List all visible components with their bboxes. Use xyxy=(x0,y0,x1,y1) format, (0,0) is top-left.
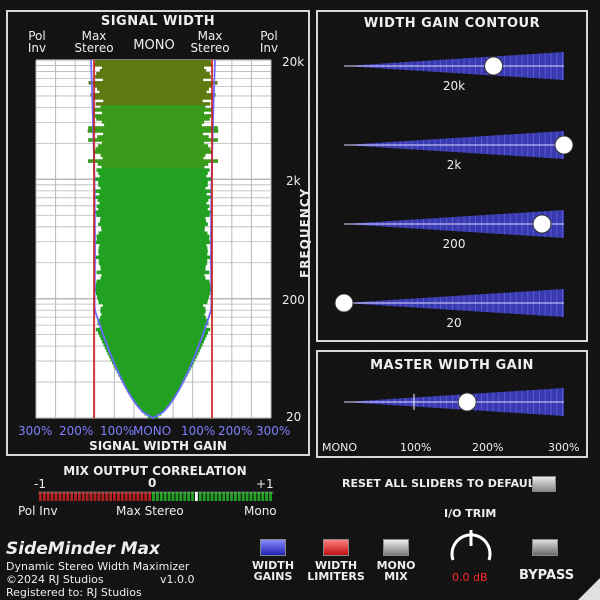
width-label-200-right: 200% xyxy=(218,424,253,438)
mono-mix-label: MONO MIX xyxy=(376,559,416,583)
io-trim-value: 0.0 dB xyxy=(452,571,488,584)
contour-thumb-20[interactable] xyxy=(334,293,354,313)
master-scale-mono: MONO xyxy=(322,441,358,454)
width-label-100-right: 100% xyxy=(181,424,216,438)
contour-title: WIDTH GAIN CONTOUR xyxy=(363,16,541,31)
bypass-label: BYPASS xyxy=(519,568,575,583)
master-scale-100: 100% xyxy=(400,441,432,454)
master-width-gain-panel: MASTER WIDTH GAIN MONO 100% 200% 300% xyxy=(316,350,588,458)
product-subtitle: Dynamic Stereo Width Maximizer xyxy=(6,560,190,573)
product-version: v1.0.0 xyxy=(160,573,195,586)
reset-label: RESET ALL SLIDERS TO DEFAULT xyxy=(342,477,541,490)
io-trim-knob[interactable] xyxy=(444,524,498,570)
freq-label-2k: 2k xyxy=(286,174,301,188)
plugin-window: SIGNAL WIDTH Pol Inv Max Stereo MONO Max… xyxy=(0,0,600,600)
contour-slider-20k[interactable]: 20k xyxy=(318,44,586,108)
product-copyright: ©2024 RJ Studios xyxy=(6,573,104,586)
width-label-mono: MONO xyxy=(133,424,172,438)
width-limiters-label: WIDTH LIMITERS xyxy=(307,559,365,583)
master-title: MASTER WIDTH GAIN xyxy=(370,358,534,373)
contour-slider-2k[interactable]: 2k xyxy=(318,123,586,187)
width-label-300-left: 300% xyxy=(18,424,53,438)
contour-slider-20[interactable]: 20 xyxy=(318,281,586,345)
contour-thumb-20k[interactable] xyxy=(484,56,504,76)
master-scale-300: 300% xyxy=(548,441,580,454)
correlation-meter xyxy=(38,491,274,501)
mix-label-max-stereo: Max Stereo xyxy=(116,504,184,518)
bypass-button[interactable] xyxy=(532,539,558,556)
reset-button[interactable] xyxy=(532,476,556,492)
freq-label-200: 200 xyxy=(282,293,305,307)
width-gain-contour-panel: WIDTH GAIN CONTOUR 20k 2k 200 20 xyxy=(316,10,588,342)
freq-label-20: 20 xyxy=(286,410,302,424)
contour-thumb-200[interactable] xyxy=(532,214,552,234)
mix-label-mono: Mono xyxy=(244,504,277,518)
width-label-200-left: 200% xyxy=(59,424,94,438)
width-gains-label: WIDTH GAINS xyxy=(251,559,295,583)
mono-mix-button[interactable] xyxy=(383,539,409,556)
contour-slider-200[interactable]: 200 xyxy=(318,202,586,266)
contour-label-20: 20 xyxy=(446,316,462,330)
product-name: SideMinder Max xyxy=(6,539,160,559)
frequency-axis-label: FREQUENCY xyxy=(298,187,312,278)
signal-width-display xyxy=(35,59,272,420)
resize-grip-icon[interactable] xyxy=(578,578,600,600)
width-label-100-left: 100% xyxy=(100,424,135,438)
mix-label-pol-inv: Pol Inv xyxy=(18,504,58,518)
master-width-slider[interactable] xyxy=(318,380,586,440)
master-scale-200: 200% xyxy=(472,441,504,454)
width-limiters-button[interactable] xyxy=(323,539,349,556)
width-label-300-right: 300% xyxy=(256,424,291,438)
mix-tick-0: 0 xyxy=(148,476,157,490)
contour-label-200: 200 xyxy=(442,237,466,251)
width-gains-button[interactable] xyxy=(260,539,286,556)
io-trim-label: I/O TRIM xyxy=(444,507,497,520)
contour-label-20k: 20k xyxy=(442,79,466,93)
signal-width-gain-label: SIGNAL WIDTH GAIN xyxy=(89,439,227,453)
mix-tick-plus1: +1 xyxy=(256,477,274,491)
contour-thumb-2k[interactable] xyxy=(554,135,574,155)
master-width-thumb[interactable] xyxy=(457,392,477,412)
freq-label-20k: 20k xyxy=(282,55,305,69)
mix-tick-minus1: -1 xyxy=(34,477,46,491)
product-registered: Registered to: RJ Studios xyxy=(6,586,142,599)
contour-label-2k: 2k xyxy=(446,158,462,172)
signal-width-panel: SIGNAL WIDTH Pol Inv Max Stereo MONO Max… xyxy=(6,10,312,456)
